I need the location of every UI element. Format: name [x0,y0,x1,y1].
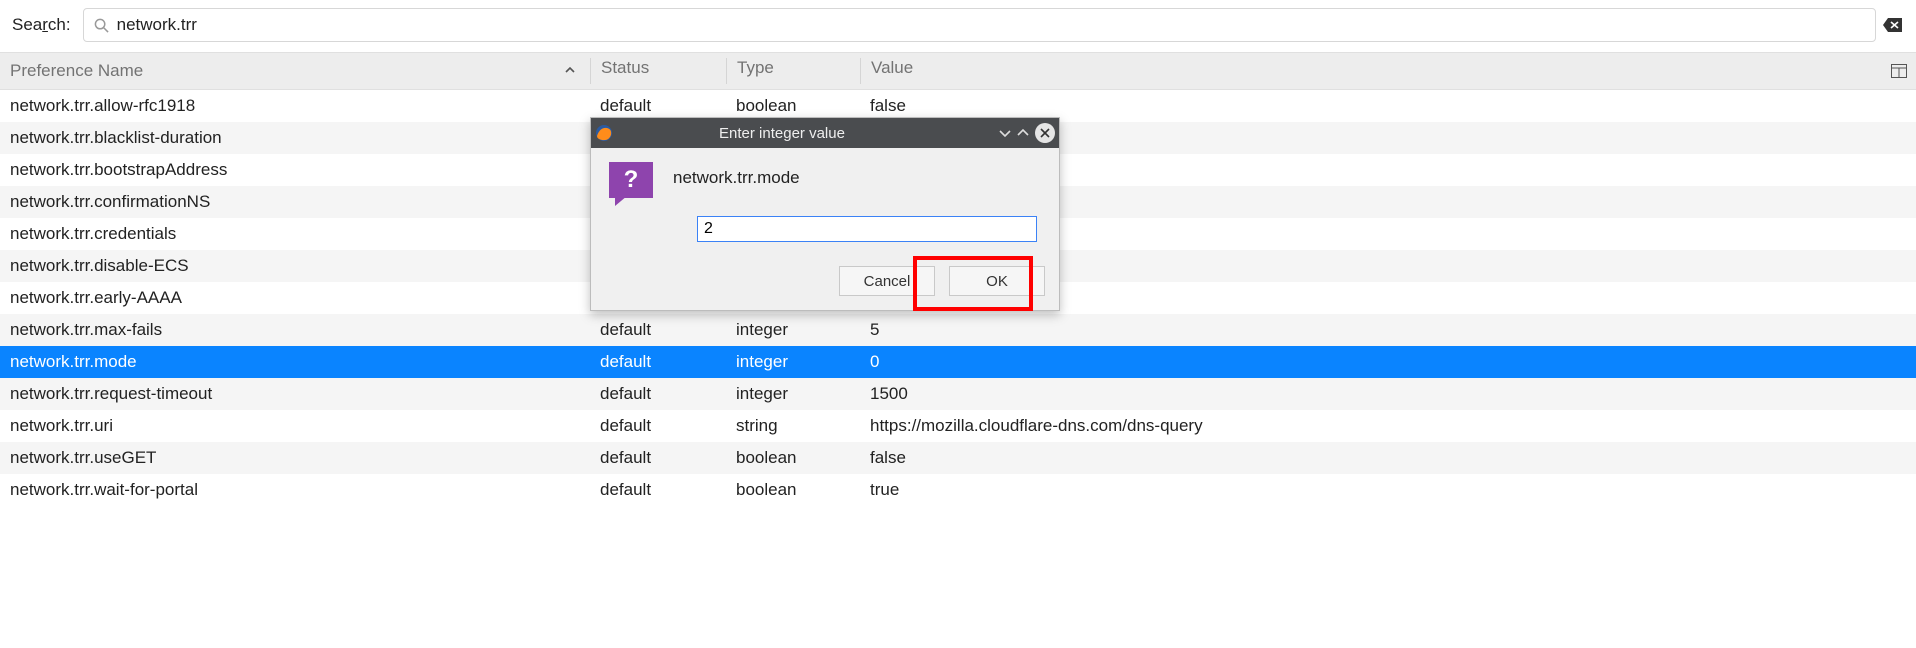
table-row[interactable]: network.trr.request-timeoutdefaultintege… [0,378,1916,410]
dialog-pref-name: network.trr.mode [673,162,800,188]
rollup-icon[interactable] [997,125,1013,141]
cell-value: true [860,480,1882,500]
dialog-value-input[interactable] [697,216,1037,242]
cell-name: network.trr.uri [0,416,590,436]
cell-type: boolean [726,96,860,116]
table-row[interactable]: network.trr.max-failsdefaultinteger5 [0,314,1916,346]
column-header-status[interactable]: Status [590,58,726,84]
cell-name: network.trr.mode [0,352,590,372]
cell-value: 0 [860,352,1882,372]
cell-status: default [590,96,726,116]
cell-type: boolean [726,448,860,468]
cell-type: integer [726,384,860,404]
column-header-name[interactable]: Preference Name [0,61,590,81]
cell-name: network.trr.confirmationNS [0,192,590,212]
cell-status: default [590,448,726,468]
sort-indicator-icon [564,61,576,81]
column-header-type[interactable]: Type [726,58,860,84]
cell-name: network.trr.allow-rfc1918 [0,96,590,116]
cell-name: network.trr.credentials [0,224,590,244]
column-header-value-label: Value [871,58,913,77]
cell-type: boolean [726,480,860,500]
search-icon [94,18,109,33]
column-header-status-label: Status [601,58,649,77]
column-header-value[interactable]: Value [860,58,1882,84]
search-input[interactable] [117,15,1865,35]
cell-name: network.trr.wait-for-portal [0,480,590,500]
column-picker-icon[interactable] [1882,64,1916,78]
question-icon: ? [609,162,653,198]
column-header-type-label: Type [737,58,774,77]
cell-value: 5 [860,320,1882,340]
maximize-icon[interactable] [1015,125,1031,141]
cell-status: default [590,320,726,340]
cell-value: false [860,448,1882,468]
cell-name: network.trr.useGET [0,448,590,468]
cell-name: network.trr.bootstrapAddress [0,160,590,180]
cell-name: network.trr.max-fails [0,320,590,340]
cell-name: network.trr.disable-ECS [0,256,590,276]
cell-name: network.trr.early-AAAA [0,288,590,308]
search-box[interactable] [83,8,1876,42]
search-row: Search: [0,0,1916,52]
clear-search-icon[interactable] [1882,16,1904,34]
column-header-name-label: Preference Name [10,61,143,81]
cell-type: string [726,416,860,436]
cancel-button[interactable]: Cancel [839,266,935,296]
cell-type: integer [726,320,860,340]
dialog-body: ? network.trr.mode [591,148,1059,266]
dialog-title: Enter integer value [567,125,997,142]
cell-value: https://mozilla.cloudflare-dns.com/dns-q… [860,416,1882,436]
ok-button[interactable]: OK [949,266,1045,296]
cell-value: false [860,96,1882,116]
cell-name: network.trr.blacklist-duration [0,128,590,148]
table-row[interactable]: network.trr.wait-for-portaldefaultboolea… [0,474,1916,506]
cell-status: default [590,416,726,436]
search-label-pre: Sea [12,15,42,34]
search-label-post: ch: [48,15,71,34]
table-row[interactable]: network.trr.modedefaultinteger0 [0,346,1916,378]
search-label: Search: [12,15,71,35]
cell-status: default [590,480,726,500]
enter-value-dialog: Enter integer value ? network.trr.mode C… [590,117,1060,311]
grid-header: Preference Name Status Type Value [0,52,1916,90]
cell-status: default [590,352,726,372]
cell-status: default [590,384,726,404]
table-row[interactable]: network.trr.useGETdefaultbooleanfalse [0,442,1916,474]
close-icon[interactable] [1035,123,1055,143]
dialog-titlebar[interactable]: Enter integer value [591,118,1059,148]
cell-value: 1500 [860,384,1882,404]
cell-type: integer [726,352,860,372]
table-row[interactable]: network.trr.uridefaultstringhttps://mozi… [0,410,1916,442]
cell-name: network.trr.request-timeout [0,384,590,404]
